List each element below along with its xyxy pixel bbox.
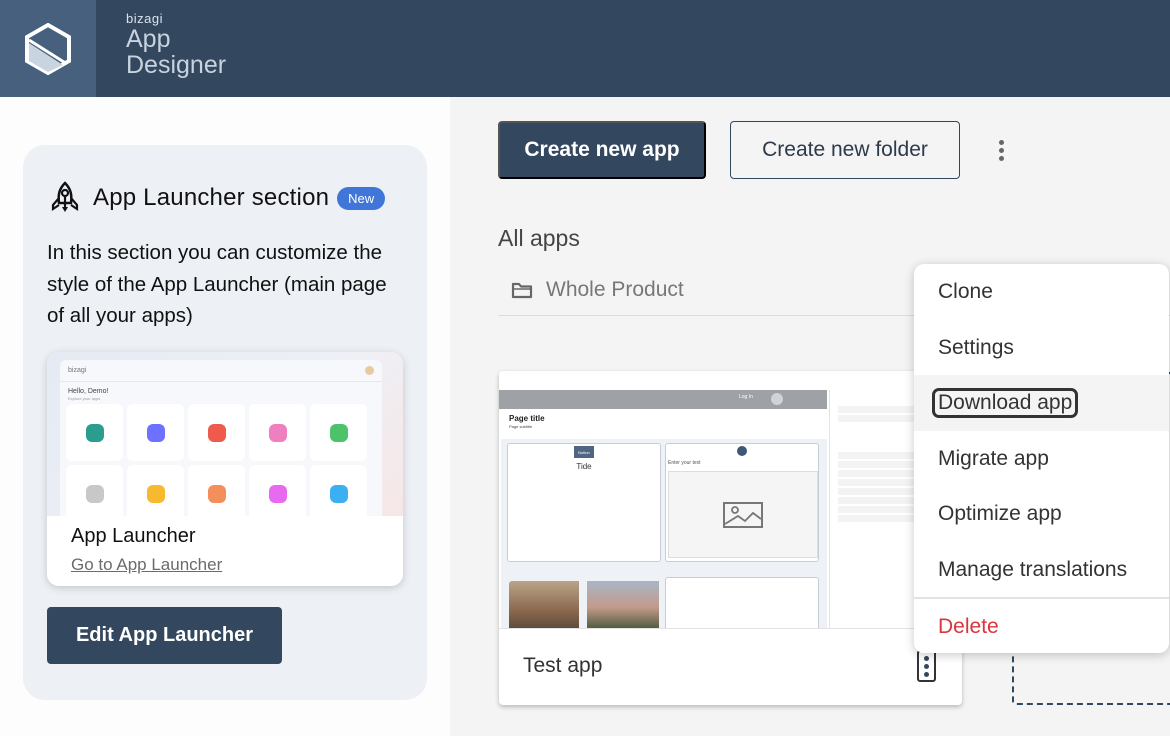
- menu-item-manage-translations[interactable]: Manage translations: [914, 542, 1169, 598]
- menu-label: Manage translations: [938, 558, 1128, 581]
- vertical-dots-icon: [998, 139, 1004, 145]
- launcher-title: App Launcher section: [93, 184, 330, 211]
- preview-tile: [66, 465, 123, 522]
- go-to-app-launcher-link[interactable]: Go to App Launcher: [71, 555, 222, 575]
- preview-tile-icon: [85, 423, 104, 442]
- folder-icon: [511, 282, 533, 299]
- edit-app-launcher-button[interactable]: Edit App Launcher: [47, 607, 282, 664]
- thumb-circle: [737, 446, 747, 456]
- preview-tile: [310, 465, 367, 522]
- thumb-login: Log In: [739, 394, 753, 400]
- dot: [924, 663, 929, 669]
- app-launcher-card: App Launcher section New In this section…: [23, 145, 427, 700]
- preview-tile-icon: [207, 423, 226, 442]
- thumb-photo-1: [509, 581, 579, 628]
- preview-tile-icon: [85, 484, 104, 503]
- logo-button[interactable]: [0, 0, 96, 97]
- vertical-dots-icon: [924, 655, 929, 661]
- menu-label: Optimize app: [938, 502, 1062, 525]
- preview-brand: bizagi: [68, 367, 87, 374]
- thumb-column-1: Button Tide: [507, 443, 661, 562]
- menu-item-clone[interactable]: Clone: [914, 264, 1169, 320]
- preview-tile: [127, 465, 184, 522]
- launcher-title-row: App Launcher section New: [49, 181, 386, 215]
- menu-item-optimize-app[interactable]: Optimize app: [914, 486, 1169, 542]
- menu-item-settings[interactable]: Settings: [914, 320, 1169, 376]
- menu-label: Delete: [938, 615, 999, 638]
- app-card[interactable]: Log In Page title Page subtitle Button T…: [499, 371, 962, 705]
- thumb-avatar: [771, 393, 783, 405]
- preview-tile-icon: [146, 423, 165, 442]
- app-context-menu: Clone Settings Download app Migrate app …: [914, 264, 1169, 653]
- left-panel: App Launcher section New In this section…: [0, 97, 450, 736]
- dot: [924, 671, 929, 677]
- folder-name: Whole Product: [546, 278, 684, 301]
- more-options-button[interactable]: [990, 136, 1012, 164]
- menu-label: Clone: [938, 280, 993, 303]
- menu-item-delete[interactable]: Delete: [914, 599, 1169, 655]
- dot: [998, 155, 1004, 161]
- rocket-icon: [51, 181, 79, 212]
- menu-label: Settings: [938, 336, 1014, 359]
- preview-tile-icon: [146, 484, 165, 503]
- preview-tiles: [66, 404, 367, 522]
- preview-tile: [188, 404, 245, 461]
- preview-greeting: Hello, Demo!: [68, 388, 109, 395]
- launcher-preview-image: bizagi Hello, Demo! Explore your apps: [47, 352, 403, 522]
- thumb-tide: Tide: [576, 462, 592, 471]
- create-new-app-button[interactable]: Create new app: [498, 121, 706, 179]
- preview-tile: [127, 404, 184, 461]
- preview-footer: App Launcher Go to App Launcher: [47, 516, 403, 586]
- all-apps-heading: All apps: [498, 225, 580, 251]
- launcher-preview-screen: bizagi Hello, Demo! Explore your apps: [60, 360, 382, 522]
- preview-tile: [310, 404, 367, 461]
- menu-label: Download app: [931, 388, 1079, 418]
- preview-tile: [249, 404, 306, 461]
- hexagon-logo-icon: [25, 22, 71, 75]
- menu-label: Migrate app: [938, 447, 1049, 470]
- brand-line2: Designer: [126, 51, 227, 79]
- preview-header: bizagi: [60, 360, 382, 382]
- preview-name: App Launcher: [71, 525, 196, 547]
- menu-item-download-app[interactable]: Download app: [914, 375, 1169, 431]
- thumb-button: Button: [574, 446, 594, 458]
- thumb-column-3: [665, 577, 819, 628]
- thumb-page-subtitle: Page subtitle: [509, 424, 533, 429]
- launcher-description: In this section you can customize the st…: [47, 241, 387, 327]
- brand-line1: App: [126, 25, 171, 53]
- preview-tile-icon: [329, 423, 348, 442]
- thumb-enter-text: Enter your text: [668, 460, 701, 466]
- preview-tile-icon: [207, 484, 226, 503]
- preview-tile-icon: [268, 423, 287, 442]
- app-thumbnail: Log In Page title Page subtitle Button T…: [499, 371, 962, 629]
- new-badge: New: [337, 186, 386, 210]
- thumb-page-title: Page title: [509, 414, 545, 423]
- create-new-folder-button[interactable]: Create new folder: [730, 121, 960, 179]
- top-bar: bizagi App Designer: [0, 0, 1170, 97]
- preview-subgreeting: Explore your apps: [68, 396, 101, 401]
- thumb-photo-2: [587, 581, 659, 628]
- menu-item-migrate-app[interactable]: Migrate app: [914, 431, 1169, 487]
- preview-tile: [188, 465, 245, 522]
- thumb-topbar: Log In: [499, 390, 827, 409]
- brand-small: bizagi: [126, 11, 163, 26]
- dot: [998, 147, 1004, 153]
- preview-tile: [66, 404, 123, 461]
- preview-tile-icon: [329, 484, 348, 503]
- preview-tile-icon: [268, 484, 287, 503]
- brand: bizagi App Designer: [126, 11, 227, 79]
- preview-tile: [249, 465, 306, 522]
- app-name: Test app: [523, 654, 603, 677]
- app-launcher-preview-card[interactable]: bizagi Hello, Demo! Explore your apps Ap…: [47, 352, 403, 586]
- thumb-image-placeholder: [668, 471, 818, 558]
- image-icon: [723, 501, 763, 528]
- preview-avatar: [365, 366, 374, 375]
- thumb-column-2: Enter your text: [665, 443, 819, 562]
